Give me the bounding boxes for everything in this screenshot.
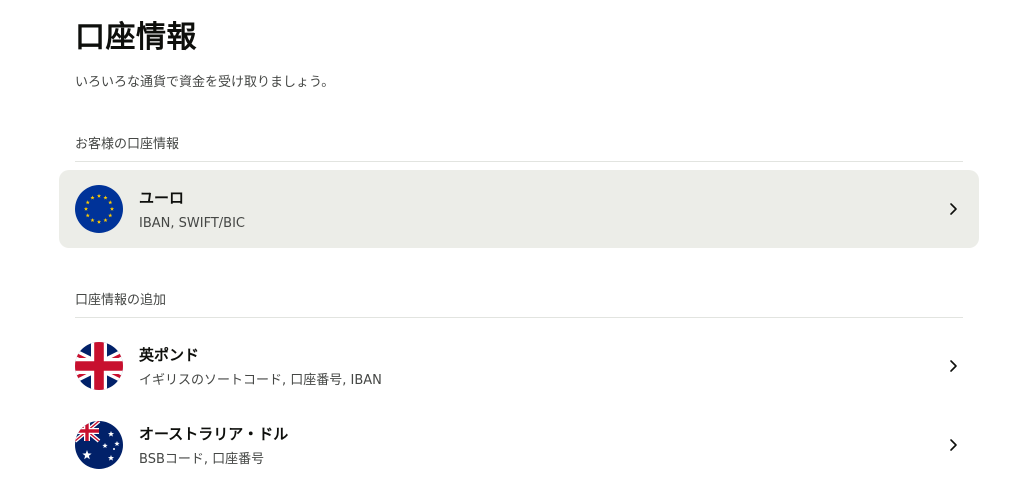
- page-title: 口座情報: [75, 20, 197, 55]
- account-details-types: IBAN, SWIFT/BIC: [139, 216, 245, 231]
- account-row-eur[interactable]: ユーロ IBAN, SWIFT/BIC: [59, 170, 979, 248]
- currency-name: オーストラリア・ドル: [139, 425, 289, 443]
- account-details-types: BSBコード, 口座番号: [139, 452, 265, 467]
- account-details-types: イギリスのソートコード, 口座番号, IBAN: [139, 373, 382, 388]
- chevron-right-icon: [945, 437, 961, 453]
- chevron-right-icon: [945, 358, 961, 374]
- section-header-label: お客様の口座情報: [75, 137, 180, 152]
- chevron-right-icon: [945, 201, 961, 217]
- eu-flag-icon: [75, 185, 123, 233]
- add-account-row-aud[interactable]: オーストラリア・ドル BSBコード, 口座番号: [59, 406, 979, 484]
- add-account-row-gbp[interactable]: 英ポンド イギリスのソートコード, 口座番号, IBAN: [59, 327, 979, 405]
- uk-flag-icon: [75, 342, 123, 390]
- section-header-label: 口座情報の追加: [75, 293, 167, 308]
- currency-name: ユーロ: [139, 189, 185, 207]
- australia-flag-icon: [75, 421, 123, 469]
- section-header-add-account: 口座情報の追加: [75, 289, 963, 318]
- section-header-your-accounts: お客様の口座情報: [75, 133, 963, 162]
- currency-name: 英ポンド: [139, 346, 200, 364]
- page-subtitle: いろいろな通貨で資金を受け取りましょう。: [75, 75, 335, 90]
